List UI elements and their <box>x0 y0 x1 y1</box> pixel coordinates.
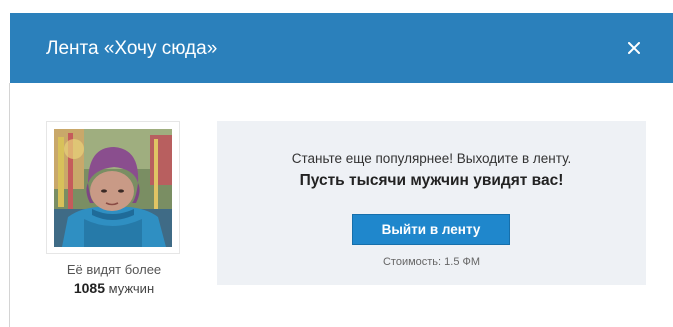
feed-dialog: Лента «Хочу сюда» Её видят более 1085 му… <box>10 13 673 327</box>
viewer-suffix: мужчин <box>105 281 155 296</box>
viewer-count: 1085 <box>73 280 106 296</box>
promo-panel: Станьте еще популярнее! Выходите в ленту… <box>217 121 646 285</box>
profile-photo <box>54 129 172 247</box>
stats-label: Её видят более <box>66 262 162 277</box>
enter-feed-button[interactable]: Выйти в ленту <box>352 214 510 245</box>
viewer-stats: Её видят более 1085 мужчин <box>46 261 182 298</box>
profile-photo-frame <box>46 121 180 254</box>
dialog-header: Лента «Хочу сюда» <box>10 13 673 83</box>
cost-label: Стоимость: 1.5 ФМ <box>382 256 481 268</box>
promo-headline: Пусть тысячи мужчин увидят вас! <box>299 172 564 189</box>
close-button[interactable] <box>621 35 647 61</box>
dialog-title: Лента «Хочу сюда» <box>46 38 218 59</box>
stats-count-line: 1085 мужчин <box>46 279 182 298</box>
promo-text: Станьте еще популярнее! Выходите в ленту… <box>291 151 572 166</box>
close-icon <box>628 42 640 54</box>
